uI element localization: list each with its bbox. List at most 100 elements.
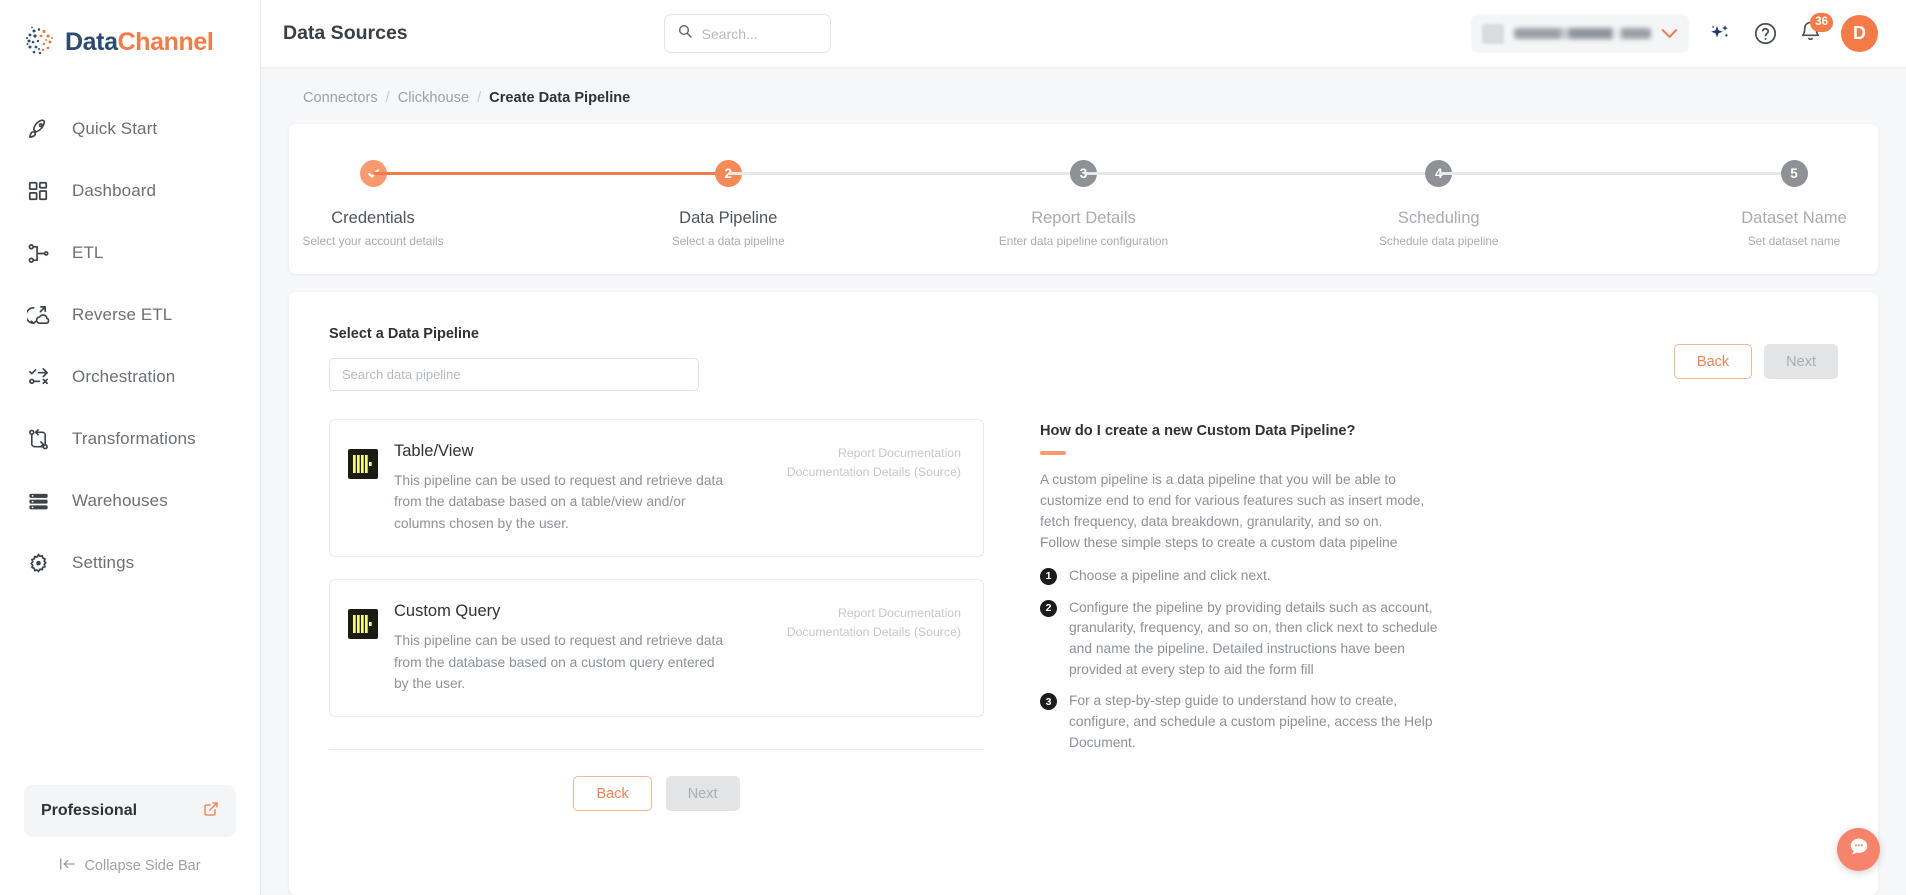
etl-icon (26, 241, 50, 265)
breadcrumb-current: Create Data Pipeline (489, 90, 631, 106)
help-accent-rule (1040, 451, 1066, 455)
next-button-top: Next (1764, 344, 1838, 379)
plan-badge[interactable]: Professional (24, 785, 236, 837)
sidebar-item-orchestration[interactable]: Orchestration (0, 346, 260, 408)
form-body: Table/View This pipeline can be used to … (329, 419, 1838, 895)
sidebar-item-label: Quick Start (72, 119, 158, 138)
pipeline-name: Table/View (394, 442, 474, 460)
sidebar-item-label: Reverse ETL (72, 305, 173, 324)
notification-count-badge: 36 (1810, 12, 1833, 32)
step-meta: Dataset Name Set dataset name (1741, 209, 1846, 248)
back-button-bottom[interactable]: Back (573, 776, 652, 812)
form-footer-actions: Back Next (329, 750, 984, 812)
brand-name-second: Channel (117, 27, 214, 56)
help-step: 2 Configure the pipeline by providing de… (1040, 598, 1838, 681)
documentation-details-link[interactable]: Documentation Details (Source) (787, 463, 961, 482)
chat-support-button[interactable] (1837, 828, 1880, 871)
step-title: Dataset Name (1741, 209, 1847, 227)
account-logo (1482, 23, 1504, 44)
pipeline-list: Table/View This pipeline can be used to … (329, 419, 984, 895)
external-link-icon[interactable] (203, 801, 219, 822)
sidebar-item-transformations[interactable]: Transformations (0, 408, 260, 470)
pipeline-card-body: Custom Query This pipeline can be used t… (394, 602, 771, 694)
orchestration-icon (26, 365, 50, 389)
collapse-sidebar-label: Collapse Side Bar (84, 858, 201, 874)
collapse-left-icon (59, 857, 76, 875)
avatar[interactable]: D (1841, 15, 1878, 52)
collapse-sidebar-button[interactable]: Collapse Side Bar (24, 857, 236, 875)
help-step-number: 1 (1040, 567, 1057, 585)
sidebar-item-label: Settings (72, 553, 135, 572)
chevron-down-icon[interactable] (1661, 25, 1678, 42)
report-documentation-link[interactable]: Report Documentation (787, 444, 961, 463)
help-circle-icon[interactable] (1751, 20, 1779, 48)
pipeline-card-table-view[interactable]: Table/View This pipeline can be used to … (329, 419, 984, 558)
page-title: Data Sources (283, 22, 408, 44)
breadcrumb-separator: / (477, 90, 482, 106)
step-connector-4 (1438, 172, 1794, 175)
sidebar-item-dashboard[interactable]: Dashboard (0, 160, 260, 222)
pipeline-search-input[interactable] (329, 358, 699, 391)
breadcrumb-item-clickhouse[interactable]: Clickhouse (398, 90, 469, 106)
breadcrumb-separator: / (385, 90, 390, 106)
clickhouse-icon (348, 609, 378, 640)
app-logo[interactable]: DataChannel (0, 0, 260, 84)
sidebar-footer: Professional Collapse Side Bar (0, 785, 260, 895)
sidebar-item-label: Dashboard (72, 181, 157, 200)
documentation-details-link[interactable]: Documentation Details (Source) (787, 623, 961, 642)
help-step-list: 1 Choose a pipeline and click next. 2 Co… (1040, 566, 1838, 754)
help-step-number: 2 (1040, 599, 1057, 617)
help-step-number: 3 (1040, 693, 1057, 711)
step-subtitle: Select your account details (302, 234, 444, 248)
sidebar-item-quick-start[interactable]: Quick Start (0, 98, 260, 160)
help-step-text: Configure the pipeline by providing deta… (1069, 599, 1438, 677)
step-meta: Data Pipeline Select a data pipeline (672, 209, 785, 248)
step-subtitle: Enter data pipeline configuration (998, 234, 1169, 248)
help-step: 3 For a step-by-step guide to understand… (1040, 691, 1838, 753)
step-connector-1 (373, 172, 729, 175)
next-button-bottom: Next (665, 776, 740, 812)
account-selector[interactable] (1471, 14, 1689, 53)
clickhouse-icon (348, 449, 378, 479)
warehouses-icon (26, 489, 50, 513)
pipeline-name: Custom Query (394, 602, 501, 621)
step-meta: Credentials Select your account details (303, 209, 444, 248)
notifications-button[interactable]: 36 (1796, 12, 1833, 48)
search-icon (677, 23, 693, 44)
datachannel-globe-icon (24, 25, 58, 59)
pipeline-card-body: Table/View This pipeline can be used to … (394, 442, 771, 534)
sidebar-item-reverse-etl[interactable]: Reverse ETL (0, 284, 260, 346)
pipeline-card-custom-query[interactable]: Custom Query This pipeline can be used t… (329, 579, 984, 718)
sidebar-item-label: Transformations (72, 429, 196, 448)
transformations-icon (26, 427, 50, 451)
wizard-stepper-panel: Credentials Select your account details … (289, 124, 1878, 274)
step-meta: Report Details Enter data pipeline confi… (999, 209, 1168, 248)
help-title: How do I create a new Custom Data Pipeli… (1040, 423, 1356, 439)
global-search[interactable]: Search... (663, 14, 831, 53)
sparkle-ai-icon[interactable] (1706, 20, 1734, 48)
breadcrumb: Connectors / Clickhouse / Create Data Pi… (289, 68, 1878, 124)
back-button-top[interactable]: Back (1673, 344, 1753, 379)
sidebar-item-etl[interactable]: ETL (0, 222, 260, 284)
sidebar: DataChannel Quick Start Dashboard ETL Re… (0, 0, 261, 895)
sidebar-nav: Quick Start Dashboard ETL Reverse ETL Or… (0, 84, 260, 594)
step-connector-2 (728, 172, 1084, 175)
help-step-text: For a step-by-step guide to understand h… (1069, 693, 1433, 750)
reverse-etl-icon (26, 303, 50, 327)
help-paragraph: A custom pipeline is a data pipeline tha… (1040, 471, 1425, 550)
gear-icon (26, 551, 50, 575)
sidebar-item-warehouses[interactable]: Warehouses (0, 470, 260, 532)
sidebar-item-label: Orchestration (72, 367, 176, 386)
breadcrumb-item-connectors[interactable]: Connectors (303, 90, 378, 106)
report-documentation-link[interactable]: Report Documentation (787, 604, 961, 623)
step-connector-3 (1083, 172, 1439, 175)
step-subtitle: Set dataset name (1747, 234, 1841, 248)
step-meta: Scheduling Schedule data pipeline (1379, 209, 1498, 248)
pipeline-description: This pipeline can be used to request and… (394, 473, 724, 531)
plan-label: Professional (41, 802, 138, 819)
section-label: Select a Data Pipeline (329, 326, 479, 342)
step-marker-5[interactable]: 5 (1780, 160, 1808, 187)
top-bar-actions: 36 D (1471, 12, 1878, 53)
pipeline-doc-links: Report Documentation Documentation Detai… (787, 442, 961, 534)
sidebar-item-settings[interactable]: Settings (0, 532, 260, 594)
